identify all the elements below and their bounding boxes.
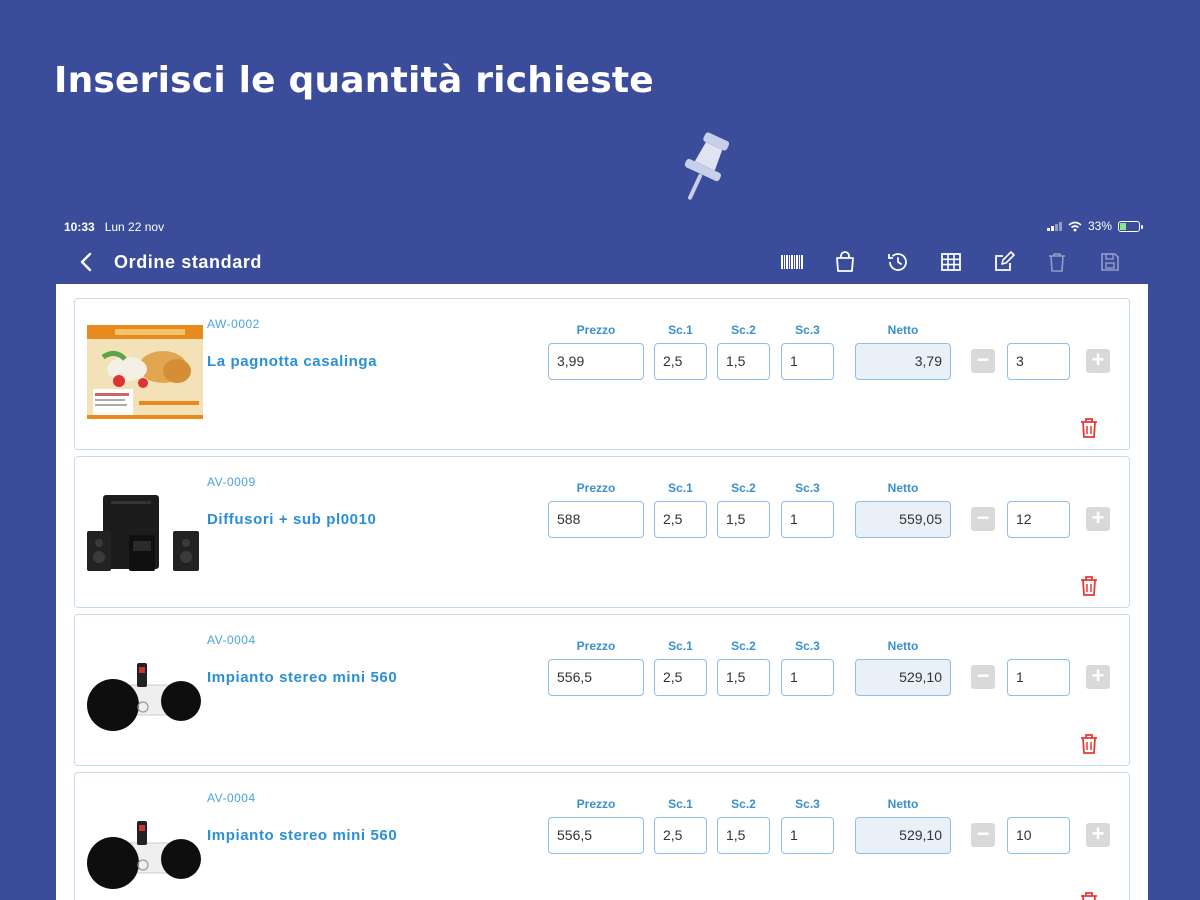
sc1-label: Sc.1 bbox=[668, 481, 693, 495]
delete-item-icon[interactable] bbox=[1079, 891, 1099, 900]
quantity-field[interactable]: 12 bbox=[1007, 501, 1070, 538]
decrease-qty-button[interactable]: − bbox=[971, 665, 995, 689]
page-title: Ordine standard bbox=[114, 251, 263, 272]
product-image-stereo bbox=[87, 663, 201, 731]
status-date: Lun 22 nov bbox=[104, 220, 165, 234]
discount1-field[interactable]: 2,5 bbox=[654, 501, 707, 538]
product-code: AV-0004 bbox=[207, 633, 256, 647]
sc2-label: Sc.2 bbox=[731, 481, 756, 495]
price-field[interactable]: 3,99 bbox=[548, 343, 644, 380]
sc1-label: Sc.1 bbox=[668, 639, 693, 653]
product-image-speakers bbox=[87, 495, 199, 571]
shopping-bag-icon[interactable] bbox=[828, 249, 861, 275]
discount1-field[interactable]: 2,5 bbox=[654, 659, 707, 696]
sc3-label: Sc.3 bbox=[795, 481, 820, 495]
product-code: AW-0002 bbox=[207, 317, 260, 331]
decrease-qty-button[interactable]: − bbox=[971, 823, 995, 847]
product-image-stereo bbox=[87, 821, 201, 889]
net-price-field: 559,05 bbox=[855, 501, 951, 538]
discount2-field[interactable]: 1,5 bbox=[717, 343, 770, 380]
history-icon[interactable] bbox=[881, 249, 914, 275]
prezzo-label: Prezzo bbox=[576, 481, 616, 495]
discount3-field[interactable]: 1 bbox=[781, 817, 834, 854]
discount1-field[interactable]: 2,5 bbox=[654, 343, 707, 380]
tablet-screen: 10:33 Lun 22 nov 33% Ordine standard AW-… bbox=[56, 214, 1148, 900]
sc3-label: Sc.3 bbox=[795, 639, 820, 653]
sc2-label: Sc.2 bbox=[731, 323, 756, 337]
increase-qty-button[interactable]: + bbox=[1086, 823, 1110, 847]
order-item-card: AV-0004 Impianto stereo mini 560 Prezzo … bbox=[74, 614, 1130, 766]
barcode-icon[interactable] bbox=[775, 249, 808, 275]
quantity-field[interactable]: 1 bbox=[1007, 659, 1070, 696]
net-price-field: 3,79 bbox=[855, 343, 951, 380]
discount2-field[interactable]: 1,5 bbox=[717, 817, 770, 854]
status-bar: 10:33 Lun 22 nov 33% bbox=[56, 214, 1148, 240]
increase-qty-button[interactable]: + bbox=[1086, 507, 1110, 531]
discount2-field[interactable]: 1,5 bbox=[717, 659, 770, 696]
netto-label: Netto bbox=[887, 797, 919, 811]
back-chevron-icon[interactable] bbox=[76, 251, 98, 273]
netto-label: Netto bbox=[887, 481, 919, 495]
status-time: 10:33 bbox=[64, 220, 95, 234]
order-items-list: AW-0002 La pagnotta casalinga Prezzo Sc.… bbox=[56, 284, 1148, 900]
discount2-field[interactable]: 1,5 bbox=[717, 501, 770, 538]
increase-qty-button[interactable]: + bbox=[1086, 349, 1110, 373]
net-price-field: 529,10 bbox=[855, 659, 951, 696]
sc3-label: Sc.3 bbox=[795, 797, 820, 811]
increase-qty-button[interactable]: + bbox=[1086, 665, 1110, 689]
battery-icon bbox=[1118, 220, 1143, 232]
sc1-label: Sc.1 bbox=[668, 323, 693, 337]
headline: Inserisci le quantità richieste bbox=[54, 60, 654, 101]
delete-item-icon[interactable] bbox=[1079, 575, 1099, 597]
pushpin-icon bbox=[684, 132, 730, 200]
delete-item-icon[interactable] bbox=[1079, 417, 1099, 439]
product-name[interactable]: Impianto stereo mini 560 bbox=[207, 827, 397, 844]
order-item-card: AW-0002 La pagnotta casalinga Prezzo Sc.… bbox=[74, 298, 1130, 450]
sc2-label: Sc.2 bbox=[731, 797, 756, 811]
product-name[interactable]: Impianto stereo mini 560 bbox=[207, 669, 397, 686]
quantity-field[interactable]: 10 bbox=[1007, 817, 1070, 854]
delete-item-icon[interactable] bbox=[1079, 733, 1099, 755]
discount3-field[interactable]: 1 bbox=[781, 659, 834, 696]
nav-bar: Ordine standard bbox=[56, 240, 1148, 284]
prezzo-label: Prezzo bbox=[576, 323, 616, 337]
price-field[interactable]: 556,5 bbox=[548, 659, 644, 696]
order-item-card: AV-0004 Impianto stereo mini 560 Prezzo … bbox=[74, 772, 1130, 900]
product-image-bread bbox=[87, 325, 203, 419]
order-item-card: AV-0009 Diffusori + sub pl0010 Prezzo Sc… bbox=[74, 456, 1130, 608]
save-icon[interactable] bbox=[1093, 249, 1126, 275]
prezzo-label: Prezzo bbox=[576, 639, 616, 653]
product-name[interactable]: Diffusori + sub pl0010 bbox=[207, 511, 377, 528]
sc3-label: Sc.3 bbox=[795, 323, 820, 337]
sc1-label: Sc.1 bbox=[668, 797, 693, 811]
netto-label: Netto bbox=[887, 323, 919, 337]
wifi-icon bbox=[1068, 221, 1082, 231]
price-field[interactable]: 588 bbox=[548, 501, 644, 538]
discount3-field[interactable]: 1 bbox=[781, 343, 834, 380]
prezzo-label: Prezzo bbox=[576, 797, 616, 811]
price-field[interactable]: 556,5 bbox=[548, 817, 644, 854]
decrease-qty-button[interactable]: − bbox=[971, 349, 995, 373]
grid-icon[interactable] bbox=[934, 249, 967, 275]
sc2-label: Sc.2 bbox=[731, 639, 756, 653]
signal-icon bbox=[1046, 221, 1062, 231]
discount1-field[interactable]: 2,5 bbox=[654, 817, 707, 854]
trash-icon[interactable] bbox=[1040, 249, 1073, 275]
netto-label: Netto bbox=[887, 639, 919, 653]
product-name[interactable]: La pagnotta casalinga bbox=[207, 353, 377, 370]
product-code: AV-0009 bbox=[207, 475, 256, 489]
quantity-field[interactable]: 3 bbox=[1007, 343, 1070, 380]
net-price-field: 529,10 bbox=[855, 817, 951, 854]
decrease-qty-button[interactable]: − bbox=[971, 507, 995, 531]
edit-icon[interactable] bbox=[987, 249, 1020, 275]
battery-percent: 33% bbox=[1087, 219, 1112, 233]
product-code: AV-0004 bbox=[207, 791, 256, 805]
discount3-field[interactable]: 1 bbox=[781, 501, 834, 538]
